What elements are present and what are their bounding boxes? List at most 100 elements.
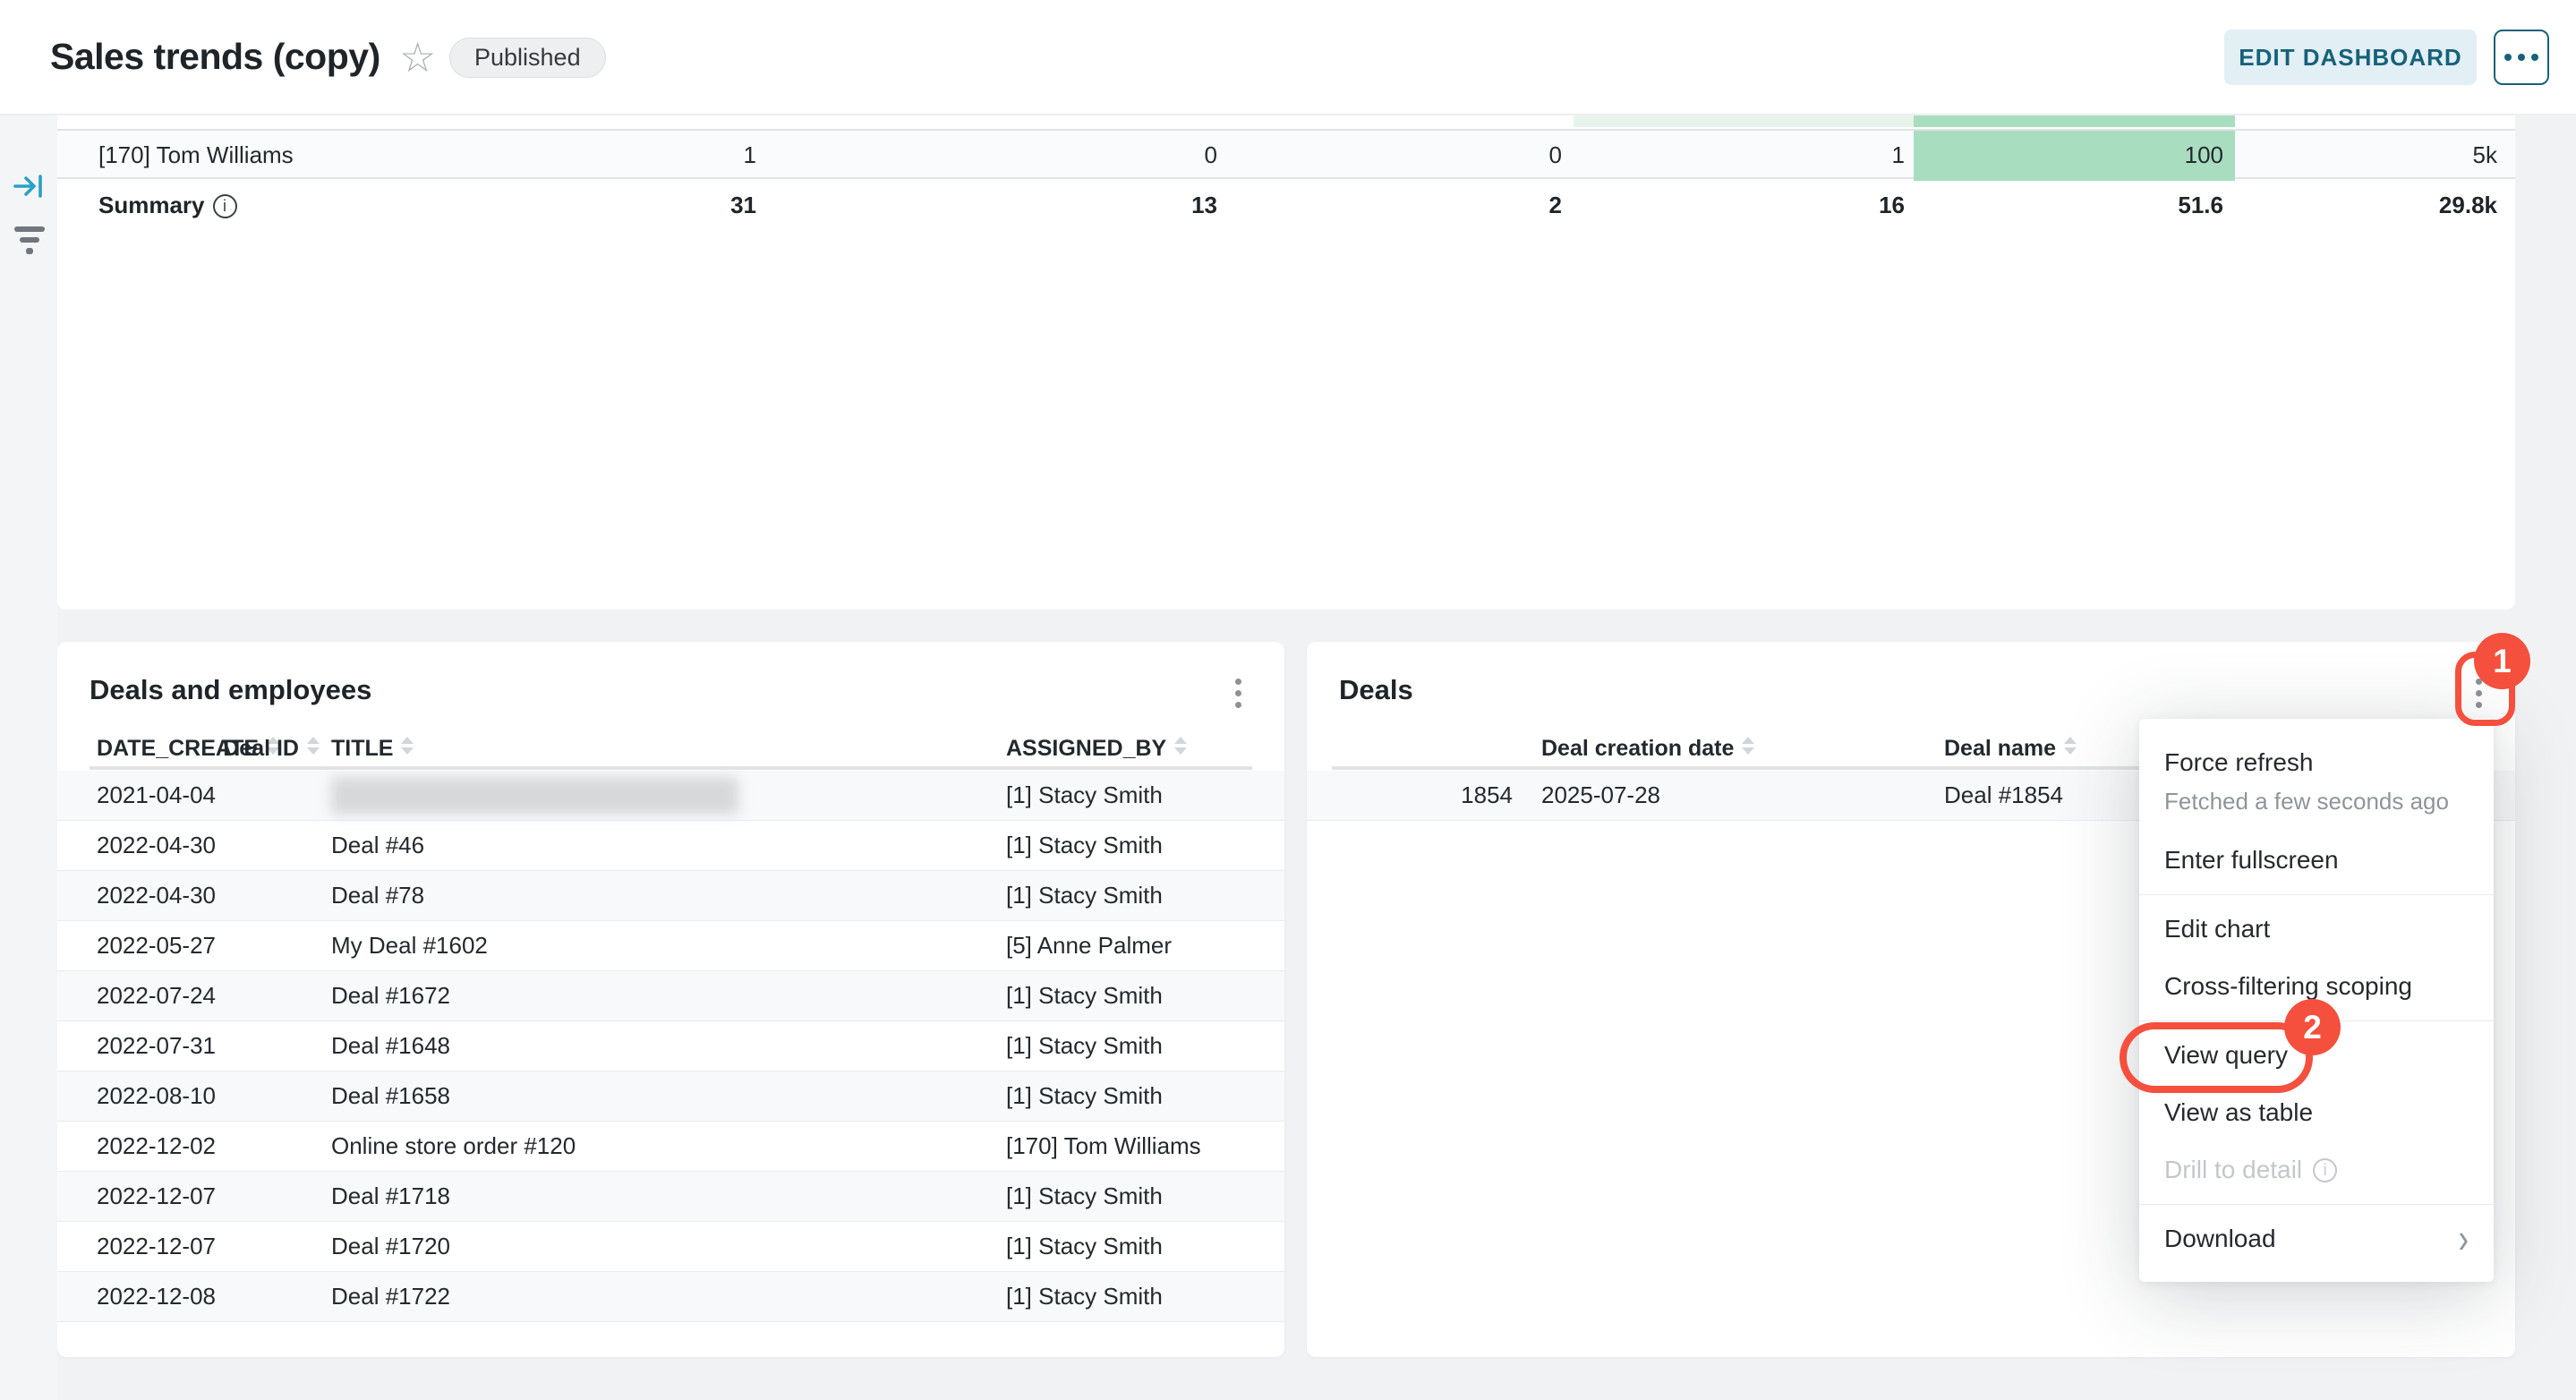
cell-date-create: 2022-04-30	[97, 871, 216, 920]
cell-date-create: 2021-04-04	[97, 771, 216, 820]
table-row: 2021-04-04 [1] Stacy Smith	[57, 771, 1284, 821]
cell-date-create: 2022-12-07	[97, 1222, 216, 1271]
cell-date-create: 2022-12-07	[97, 1172, 216, 1221]
sort-down-triangle	[1174, 747, 1187, 755]
cell-date-create: 2022-04-30	[97, 821, 216, 870]
cell-value: 0	[1205, 131, 1217, 179]
menu-item-label: Cross-filtering scoping	[2164, 972, 2412, 1001]
cell-value: 29.8k	[2439, 181, 2497, 229]
cell-assigned-by: [5] Anne Palmer	[1006, 921, 1172, 970]
column-header-deal-creation-date: Deal creation date	[1541, 730, 1755, 767]
card-menu-kebab-icon[interactable]	[1226, 677, 1250, 709]
menu-item-label: Drill to detail	[2164, 1156, 2302, 1184]
cell-value: 51.6	[2178, 181, 2223, 229]
dashboard-more-button[interactable]	[2494, 30, 2549, 85]
table-row: 2022-12-02Online store order #120[170] T…	[57, 1122, 1284, 1172]
cell-title: Deal #1718	[331, 1172, 450, 1221]
column-header-deal-name: Deal name	[1944, 730, 2077, 767]
menu-item-label: View as table	[2164, 1098, 2313, 1127]
cell-value: 2	[1549, 181, 1562, 229]
cell-date-create: 2022-08-10	[97, 1071, 216, 1121]
sort-icon[interactable]	[307, 737, 320, 755]
cell-title: Online store order #120	[331, 1122, 576, 1171]
sort-icon[interactable]	[1742, 737, 1755, 755]
sort-icon[interactable]	[2064, 737, 2077, 755]
table-row: 2022-07-24Deal #1672[1] Stacy Smith	[57, 971, 1284, 1021]
cell-title: Deal #1720	[331, 1222, 450, 1271]
sort-down-triangle	[2064, 747, 2077, 755]
card-menu-kebab-icon[interactable]	[2467, 677, 2490, 709]
card-title: Deals	[1339, 674, 1413, 706]
menu-item-label: Download	[2164, 1225, 2276, 1253]
cell-date-create: 2022-12-08	[97, 1272, 216, 1321]
cell-assigned-by: [1] Stacy Smith	[1006, 971, 1163, 1020]
cell-assigned-by: [1] Stacy Smith	[1006, 1172, 1163, 1221]
menu-item-download[interactable]: Download ›	[2139, 1210, 2494, 1268]
table-row: 2022-07-31Deal #1648[1] Stacy Smith	[57, 1021, 1284, 1071]
cell-date-create: 2022-12-02	[97, 1122, 216, 1171]
cell-title: My Deal #1602	[331, 921, 488, 970]
edit-dashboard-button[interactable]: EDIT DASHBOARD	[2224, 30, 2477, 85]
menu-item-drill-to-detail: Drill to detaili	[2139, 1141, 2494, 1199]
favorite-star-icon[interactable]: ☆	[399, 30, 436, 84]
left-rail	[0, 115, 57, 1400]
sort-down-triangle	[307, 747, 320, 755]
table-row: 2022-05-27My Deal #1602[5] Anne Palmer	[57, 921, 1284, 971]
menu-divider	[2139, 1204, 2494, 1205]
chevron-right-icon: ›	[2459, 1218, 2469, 1259]
cell-title: Deal #1658	[331, 1071, 450, 1121]
column-header-title: TITLE	[331, 730, 414, 767]
cell-value: 1	[1892, 131, 1905, 179]
cell-date-create: 2022-07-31	[97, 1021, 216, 1071]
sort-icon[interactable]	[401, 737, 414, 755]
clipped-row	[57, 115, 2515, 127]
cell-deal-name: Deal #1854	[1944, 771, 2063, 820]
menu-divider	[2139, 1020, 2494, 1021]
summary-row: Summaryi311321651.629.8k	[57, 181, 2515, 231]
top-bar: Sales trends (copy) ☆ Published EDIT DAS…	[0, 0, 2576, 115]
menu-item-label: View query	[2164, 1041, 2288, 1070]
cell-value: 5k	[2473, 131, 2497, 179]
sort-icon[interactable]	[1174, 737, 1188, 755]
menu-item-enter-fullscreen[interactable]: Enter fullscreen	[2139, 832, 2494, 889]
cell-title: Deal #1648	[331, 1021, 450, 1071]
row-label: [170] Tom Williams	[98, 131, 294, 179]
cell-creation-date: 2025-07-28	[1541, 771, 1660, 820]
menu-item-force-refresh[interactable]: Force refreshFetched a few seconds ago	[2139, 731, 2494, 832]
sort-down-triangle	[1742, 747, 1754, 755]
menu-divider	[2139, 894, 2494, 895]
collapse-panel-icon[interactable]	[13, 169, 47, 203]
summary-label: Summaryi	[98, 181, 237, 229]
status-badge: Published	[449, 38, 606, 78]
table-row: 2022-12-07 Deal #1718 [1] Stacy Smith	[57, 1172, 1284, 1222]
table-row: [170] Tom Williams10011005k	[57, 129, 2515, 179]
info-icon[interactable]: i	[213, 194, 237, 218]
menu-item-label: Edit chart	[2164, 915, 2270, 943]
cell-assigned-by: [1] Stacy Smith	[1006, 1272, 1163, 1321]
table-row: 2022-04-30Deal #46[1] Stacy Smith	[57, 821, 1284, 871]
menu-item-edit-chart[interactable]: Edit chart	[2139, 901, 2494, 958]
menu-item-sublabel: Fetched a few seconds ago	[2164, 788, 2449, 815]
cell-assigned-by: [1] Stacy Smith	[1006, 871, 1163, 920]
sort-up-triangle	[1742, 737, 1754, 744]
menu-item-view-as-table[interactable]: View as table	[2139, 1084, 2494, 1141]
cell-title: Deal #1672	[331, 971, 450, 1020]
table-row: 2022-08-10Deal #1658[1] Stacy Smith	[57, 1071, 1284, 1122]
menu-item-cross-filtering-scoping[interactable]: Cross-filtering scoping	[2139, 958, 2494, 1015]
cell-deal-id: 1854	[1461, 771, 1513, 820]
sort-up-triangle	[401, 737, 414, 744]
cell-value: 0	[1549, 131, 1562, 179]
menu-item-view-query[interactable]: View query	[2139, 1027, 2494, 1084]
cell-value: 100	[2185, 131, 2223, 179]
cell-value: 1	[744, 131, 756, 179]
sort-up-triangle	[2064, 737, 2077, 744]
filter-icon[interactable]	[13, 221, 47, 255]
cell-assigned-by: [1] Stacy Smith	[1006, 771, 1163, 820]
cell-assigned-by: [1] Stacy Smith	[1006, 1222, 1163, 1271]
sort-up-triangle	[307, 737, 320, 744]
table-row: 2022-04-30 Deal #78 [1] Stacy Smith	[57, 871, 1284, 921]
card-title: Deals and employees	[90, 674, 371, 706]
cell-title: Deal #78	[331, 871, 424, 920]
cell-value: 16	[1879, 181, 1905, 229]
column-header-deal-id: Deal ID	[223, 730, 320, 767]
